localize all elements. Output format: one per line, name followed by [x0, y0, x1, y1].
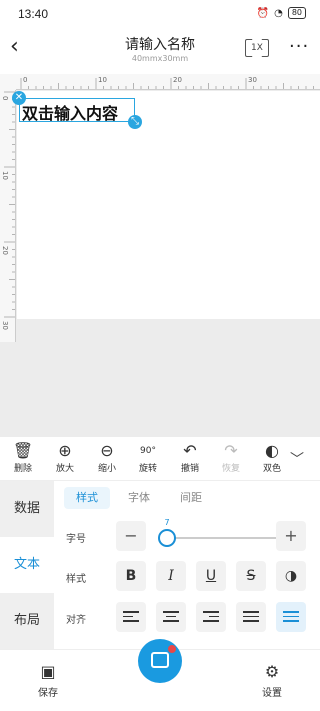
text-element[interactable]: 双击输入内容 — [19, 98, 135, 124]
nav-bar: ‹ 请输入名称 40mmx30mm 1X ··· — [0, 28, 320, 74]
status-bar: 13:40 ⏰ ◔ 80 — [0, 0, 320, 28]
bold-button[interactable]: B — [116, 561, 146, 591]
sidebar-item-data[interactable]: 数据 — [0, 481, 54, 537]
ruler-left-label: 10 — [1, 171, 9, 180]
label-canvas[interactable] — [17, 91, 320, 319]
font-size-increase-button[interactable]: + — [276, 521, 306, 551]
status-time: 13:40 — [18, 7, 49, 21]
align-right-icon — [203, 611, 219, 625]
tab-font[interactable]: 字体 — [116, 487, 162, 509]
zoom-out-icon: ⊖ — [100, 441, 114, 460]
undo-button[interactable]: ↶ 撤销 — [173, 441, 207, 474]
delete-element-icon[interactable]: ✕ — [12, 91, 26, 105]
tab-style[interactable]: 样式 — [64, 487, 110, 509]
italic-button[interactable]: I — [156, 561, 186, 591]
ruler-top-label: 10 — [98, 76, 107, 84]
settings-button[interactable]: ⚙ 设置 — [252, 662, 292, 699]
property-sidebar: 数据 文本 布局 — [0, 481, 54, 649]
ruler-left-label: 30 — [1, 321, 9, 330]
text-style-panel: 样式 字体 间距 字号 − 7 + 样式 B I U S ◑ 对齐 — [54, 481, 320, 649]
font-size-label: 字号 — [66, 534, 86, 545]
align-left-button[interactable] — [116, 602, 146, 632]
undo-icon: ↶ — [183, 441, 197, 460]
print-button[interactable] — [138, 639, 182, 683]
invert-color-icon[interactable]: ◑ — [276, 561, 306, 591]
font-size-value: 7 — [164, 518, 170, 527]
palette-icon: ◐ — [265, 441, 279, 460]
tab-spacing[interactable]: 间距 — [168, 487, 214, 509]
edit-toolbar: 🗑 删除 ⊕ 放大 ⊖ 缩小 90° 旋转 ↶ 撤销 ↷ 恢复 ◐ 双色 ﹀ — [0, 437, 320, 481]
ruler-left: 0 10 20 30 — [0, 90, 16, 342]
battery-icon: 80 — [287, 7, 306, 19]
font-size-decrease-button[interactable]: − — [116, 521, 146, 551]
ruler-corner — [0, 74, 16, 90]
gear-icon: ⚙ — [264, 662, 280, 681]
underline-button[interactable]: U — [196, 561, 226, 591]
canvas-area[interactable]: 010203040 0102030 双击输入内容 ✕ ⤡ — [0, 74, 320, 437]
ruler-left-label: 0 — [1, 96, 9, 100]
delete-button[interactable]: 🗑 删除 — [6, 441, 40, 474]
font-size-slider[interactable] — [166, 537, 282, 539]
page-title[interactable]: 请输入名称 — [0, 34, 320, 54]
align-right-button[interactable] — [196, 602, 226, 632]
redo-icon: ↷ — [224, 441, 238, 460]
more-dots-icon[interactable]: ··· — [289, 36, 309, 57]
sidebar-item-layout[interactable]: 布局 — [0, 593, 54, 649]
wifi-icon: ◔ — [274, 7, 283, 19]
align-left-icon — [123, 611, 139, 625]
align-justify-icon — [283, 611, 299, 625]
panel-tabs: 样式 字体 间距 — [64, 487, 214, 509]
ruler-top-label: 20 — [173, 76, 182, 84]
ruler-top-label: 0 — [23, 76, 27, 84]
align-justify-button[interactable] — [276, 602, 306, 632]
save-icon: ▣ — [40, 662, 56, 681]
align-center-icon — [163, 611, 179, 625]
rotate-90-icon: 90° — [140, 446, 156, 456]
sidebar-item-text[interactable]: 文本 — [0, 537, 54, 593]
zoom-out-button[interactable]: ⊖ 缩小 — [90, 441, 124, 474]
list-icon — [243, 611, 259, 625]
align-list-button[interactable] — [236, 602, 266, 632]
two-color-button[interactable]: ◐ 双色 — [255, 441, 289, 474]
ruler-left-label: 20 — [1, 246, 9, 255]
bottom-bar: ▣ 保存 ⚙ 设置 — [0, 639, 320, 711]
resize-handle-icon[interactable]: ⤡ — [128, 115, 142, 129]
status-icons: ⏰ ◔ 80 — [257, 7, 306, 19]
ruler-top: 010203040 — [16, 74, 320, 90]
align-center-button[interactable] — [156, 602, 186, 632]
style-label: 样式 — [66, 574, 86, 585]
font-size-slider-handle[interactable] — [158, 529, 176, 547]
save-button[interactable]: ▣ 保存 — [28, 662, 68, 699]
rotate-button[interactable]: 90° 旋转 — [131, 441, 165, 474]
ruler-top-label: 30 — [248, 76, 257, 84]
zoom-button[interactable]: 1X — [245, 39, 269, 57]
trash-icon: 🗑 — [12, 441, 34, 460]
alarm-icon: ⏰ — [256, 7, 270, 19]
redo-button[interactable]: ↷ 恢复 — [214, 441, 248, 474]
label-size: 40mmx30mm — [131, 54, 189, 63]
printer-icon — [151, 652, 169, 668]
print-badge — [168, 645, 176, 653]
zoom-in-icon: ⊕ — [58, 441, 72, 460]
strikethrough-button[interactable]: S — [236, 561, 266, 591]
zoom-in-button[interactable]: ⊕ 放大 — [48, 441, 82, 474]
align-label: 对齐 — [66, 615, 86, 626]
collapse-chevron-icon[interactable]: ﹀ — [290, 449, 304, 469]
text-element-content[interactable]: 双击输入内容 — [22, 100, 118, 124]
